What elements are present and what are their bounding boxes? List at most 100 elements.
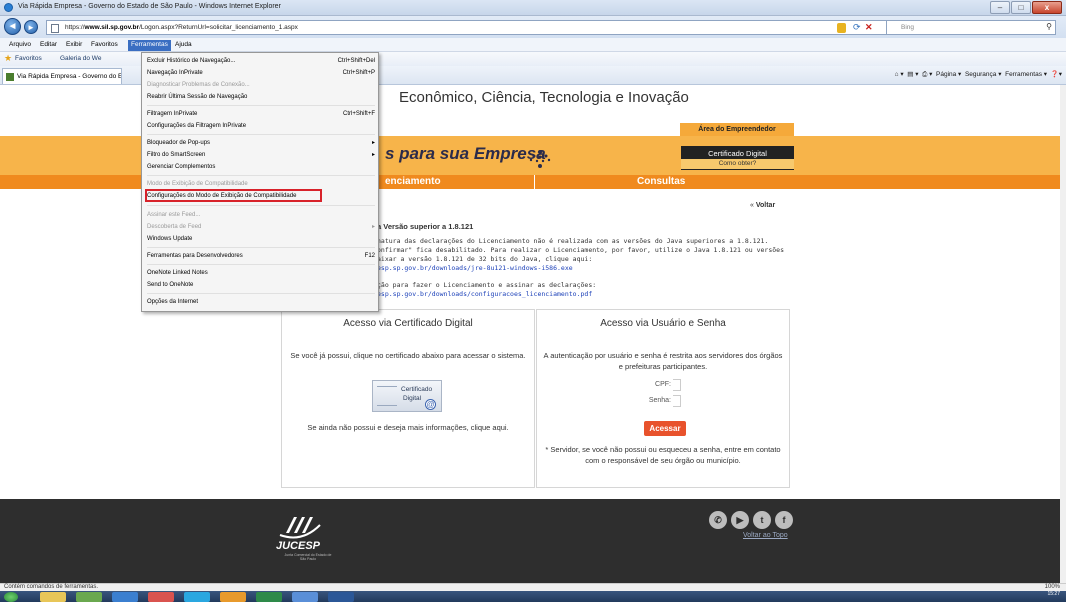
stop-icon[interactable]: ✕ [865,22,873,33]
cert-digital-box[interactable]: Certificado Digital Como obter? [681,146,794,170]
minimize-button[interactable]: – [990,1,1010,14]
cpf-field[interactable] [673,379,681,391]
cert-digital-image[interactable]: Certificado Digital @ [372,380,442,412]
menu-separator [147,293,375,294]
feeds-icon[interactable]: ▤ ▾ [907,71,918,78]
menu-item-gerenciar-complementos[interactable]: Gerenciar Complementos [147,162,375,173]
menu-item-excluir-historico[interactable]: Excluir Histórico de Navegação... Ctrl+Sh… [147,56,375,67]
page-icon [51,24,59,33]
menu-arquivo[interactable]: Arquivo [6,40,34,51]
menu-item-navegacao-inprivate[interactable]: Navegação InPrivate Ctrl+Shift+P [147,68,375,79]
maximize-button[interactable]: □ [1011,1,1031,14]
como-obter-link[interactable]: Como obter? [681,159,794,169]
menu-editar[interactable]: Editar [37,40,60,51]
senha-field[interactable] [673,395,681,407]
search-input[interactable]: Bing ⚲ [886,20,1056,35]
media-taskbar-icon[interactable] [76,592,102,602]
menu-ferramentas[interactable]: Ferramentas [128,40,171,51]
nav-licenciamento[interactable]: enciamento [385,176,441,187]
ie-window-taskbar-icon[interactable] [292,592,318,602]
print-icon[interactable]: ⎙ ▾ [922,71,932,78]
facebook-icon[interactable]: f [775,511,793,529]
menu-item-send-onenote[interactable]: Send to OneNote [147,280,375,291]
site-favicon-icon [6,73,14,81]
taskbar-clock: 15:27 [1047,591,1060,597]
menu-item-ferramentas-dev[interactable]: Ferramentas para Desenvolvedores F12 [147,251,375,262]
menu-item-opcoes-internet[interactable]: Opções da Internet [147,297,375,308]
cmd-ferramentas[interactable]: Ferramentas ▾ [1005,71,1047,78]
panel-usuario-note: * Servidor, se você não possui ou esquec… [545,445,781,465]
menu-item-smartscreen[interactable]: Filtro do SmartScreen ▸ [147,150,375,161]
cpf-label: CPF: [655,381,671,388]
menu-item-descoberta-feed: Descoberta de Feed ▸ [147,222,375,233]
favorites-star-icon[interactable]: ★ [4,53,12,64]
start-button[interactable] [4,592,18,602]
back-button[interactable]: ◄ [4,18,21,35]
config-pdf-link[interactable]: esp.sp.gov.br/downloads/configuracoes_li… [377,290,592,298]
menu-separator [147,205,375,206]
page-footer [0,499,1066,583]
area-empreendedor-link[interactable]: Área do Empreendedor [680,123,794,136]
menu-item-assinar-feed: Assinar este Feed... [147,212,201,218]
menu-separator [147,247,375,248]
taskbar: 15:27 [0,591,1066,602]
panel-usuario-text: A autenticação por usuário e senha é res… [543,351,783,371]
excel-taskbar-icon[interactable] [256,592,282,602]
menu-favoritos[interactable]: Favoritos [88,40,121,51]
home-icon[interactable]: ⌂ ▾ [895,71,904,78]
ferramentas-dropdown: Excluir Histórico de Navegação... Ctrl+Sh… [141,52,379,312]
menu-item-windows-update[interactable]: Windows Update [147,234,375,245]
submenu-arrow-icon: ▸ [371,140,375,146]
page-header-title: Econômico, Ciência, Tecnologia e Inovaçã… [399,89,689,106]
panel-certificado: Acesso via Certificado Digital Se você j… [281,309,535,488]
ie-logo-icon [4,3,13,12]
refresh-icon[interactable]: ⟳ [853,22,861,33]
voltar-link[interactable]: « Voltar [750,202,775,209]
browser-tab[interactable]: Via Rápida Empresa - Governo do E [2,68,122,84]
nav-consultas[interactable]: Consultas [637,176,685,187]
voltar-ao-topo-link[interactable]: Voltar ao Topo [743,532,788,539]
forward-button[interactable]: ► [24,20,38,34]
title-bar: Via Rápida Empresa - Governo do Estado d… [0,0,1066,16]
close-button[interactable]: x [1032,1,1062,14]
acessar-button[interactable]: Acessar [644,421,686,436]
highlight-annotation [145,189,322,202]
java-line: ção para fazer o Licenciamento e assinar… [377,281,597,289]
favorites-button[interactable]: Favoritos [15,55,42,62]
app-taskbar-icon[interactable] [220,592,246,602]
cert-lines-icon [377,386,397,406]
java-line: onfirmar" fica desabilitado. Para realiz… [377,246,784,254]
search-icon[interactable]: ⚲ [1046,22,1052,31]
help-icon[interactable]: ❓▾ [1051,71,1062,78]
zoom-level[interactable]: 100% [1045,584,1060,590]
java-download-link[interactable]: esp.sp.gov.br/downloads/jre-8u121-window… [377,264,573,272]
word-taskbar-icon[interactable] [328,592,354,602]
menu-item-filtragem-inprivate[interactable]: Filtragem InPrivate Ctrl+Shift+F [147,109,375,120]
cmd-pagina[interactable]: Página ▾ [936,71,961,78]
cmd-seguranca[interactable]: Segurança ▾ [965,71,1002,78]
vertical-scrollbar[interactable] [1060,85,1066,583]
status-bar: Contém comandos de ferramentas. 100% [0,583,1066,591]
senha-label: Senha: [648,397,671,404]
ie-taskbar-icon[interactable] [112,592,138,602]
youtube-icon[interactable]: ▶ [731,511,749,529]
menu-item-onenote-linked[interactable]: OneNote Linked Notes [147,268,375,279]
favorites-link[interactable]: Galeria do We [60,55,101,62]
cert-image-line2: Digital [403,395,422,402]
chrome-taskbar-icon[interactable] [148,592,174,602]
menu-exibir[interactable]: Exibir [63,40,85,51]
menu-item-reabrir-sessao[interactable]: Reabrir Última Sessão de Navegação [147,92,375,103]
explorer-taskbar-icon[interactable] [40,592,66,602]
menu-ajuda[interactable]: Ajuda [172,40,195,51]
skype-taskbar-icon[interactable] [184,592,210,602]
menu-item-config-filtragem[interactable]: Configurações da Filtragem InPrivate [147,121,375,132]
menu-separator [147,264,375,265]
twitter-icon[interactable]: t [753,511,771,529]
menu-item-bloqueador-popups[interactable]: Bloqueador de Pop-ups ▸ [147,138,375,149]
at-sign-icon: @ [425,399,436,410]
lock-icon[interactable] [837,23,846,33]
panel-usuario-title: Acesso via Usuário e Senha [600,318,726,329]
phone-icon[interactable]: ✆ [709,511,727,529]
url-input[interactable]: https://www.sil.sp.gov.br/Logon.aspx?Ret… [46,20,1016,35]
panel-certificado-info-link[interactable]: Se ainda não possui e deseja mais inform… [286,422,530,433]
